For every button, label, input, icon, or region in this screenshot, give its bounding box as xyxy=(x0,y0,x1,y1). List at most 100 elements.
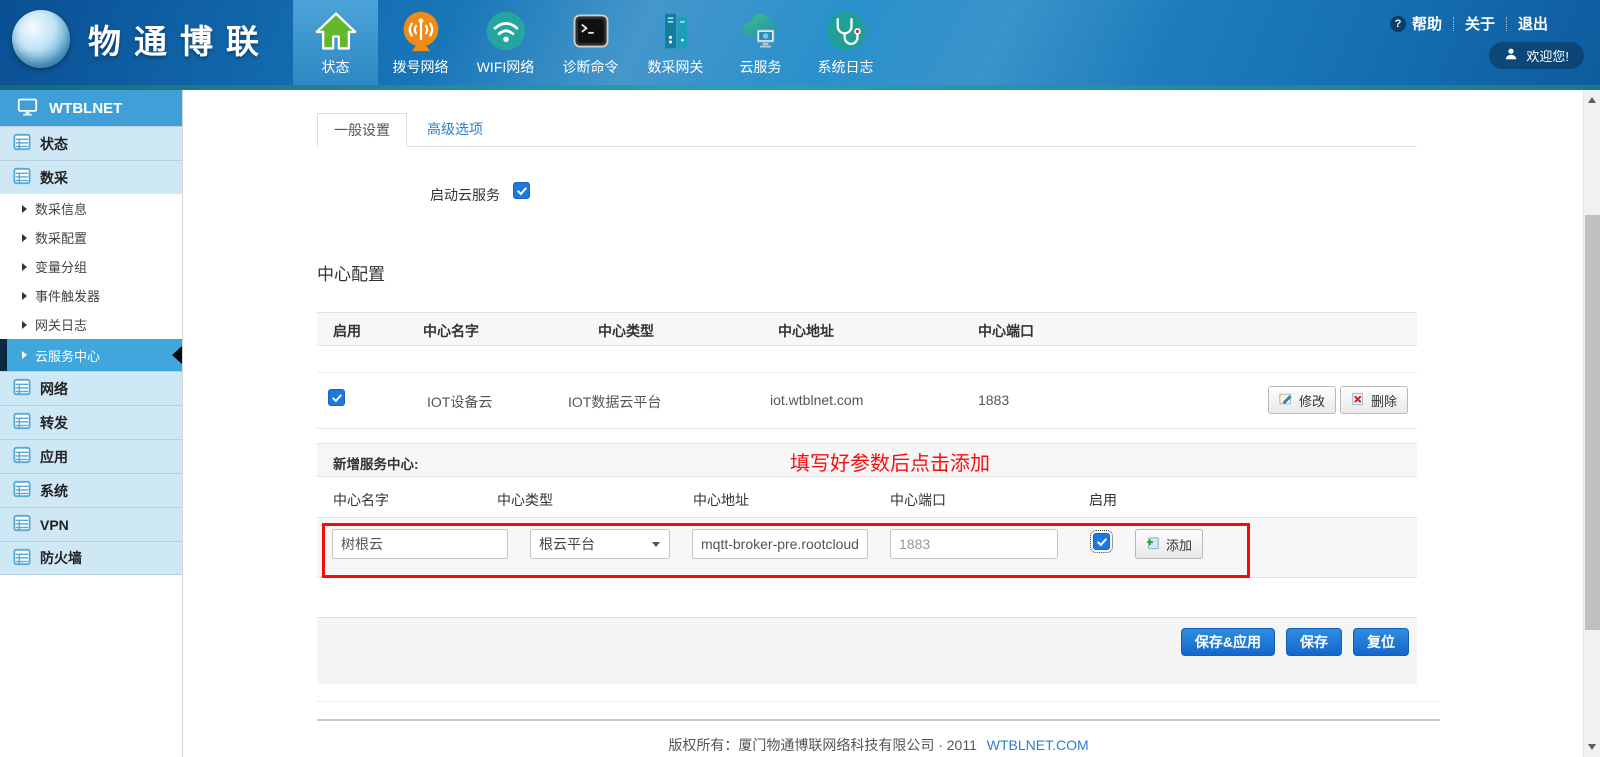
add-icon xyxy=(1146,536,1160,553)
nav-item-wifi[interactable]: WIFI网络 xyxy=(463,0,548,85)
nav-item-cloud-service[interactable]: 云服务 xyxy=(718,0,803,85)
column-header-port: 中心端口 xyxy=(978,321,1034,341)
sidebar-subitem-event-trigger[interactable]: 事件触发器 xyxy=(0,281,182,310)
vertical-scrollbar[interactable] xyxy=(1583,90,1600,757)
center-name-input[interactable] xyxy=(332,529,508,559)
welcome-badge: 欢迎您! xyxy=(1489,42,1584,69)
annotation-text: 填写好参数后点击添加 xyxy=(790,447,990,476)
nav-item-gateway[interactable]: 数采网关 xyxy=(633,0,718,85)
nav-item-syslog[interactable]: 系统日志 xyxy=(803,0,888,85)
sidebar-item-label: 转发 xyxy=(40,413,68,433)
sidebar-item-label: 系统 xyxy=(40,481,68,501)
center-address-input[interactable] xyxy=(692,529,868,559)
home-icon xyxy=(313,8,359,54)
about-link[interactable]: 关于 xyxy=(1465,13,1495,34)
add-center-column-labels: 中心名字 中心类型 中心地址 中心端口 启用 xyxy=(317,477,1417,517)
help-link[interactable]: 帮助 xyxy=(1390,13,1442,34)
nav-item-status[interactable]: 状态 xyxy=(293,0,378,85)
cell-center-type: IOT数据云平台 xyxy=(568,392,661,412)
sidebar-item-label: 防火墙 xyxy=(40,548,82,568)
logout-label: 退出 xyxy=(1518,13,1548,34)
save-button[interactable]: 保存 xyxy=(1286,628,1342,656)
add-label-type: 中心类型 xyxy=(497,490,553,510)
sidebar: WTBLNET 状态 数采 数采信息 数采配置 变量分组 事件触发器 网关日 xyxy=(0,90,183,757)
list-icon xyxy=(13,480,31,501)
add-label-address: 中心地址 xyxy=(693,490,749,510)
brand-name: 物通博联 xyxy=(88,15,272,63)
column-header-address: 中心地址 xyxy=(778,321,834,341)
list-icon xyxy=(13,446,31,467)
tab-advanced-options[interactable]: 高级选项 xyxy=(407,113,503,146)
sidebar-item-label: 变量分组 xyxy=(35,257,87,276)
center-type-select-wrap: 根云平台 xyxy=(530,529,670,559)
center-port-input[interactable] xyxy=(890,529,1058,559)
center-type-select[interactable]: 根云平台 xyxy=(530,529,670,559)
add-button[interactable]: 添加 xyxy=(1135,529,1203,559)
add-center-title: 新增服务中心: xyxy=(333,453,419,473)
sidebar-item-firewall[interactable]: 防火墙 xyxy=(0,541,182,575)
nav-label: 诊断命令 xyxy=(563,57,619,77)
gateway-icon xyxy=(653,8,699,54)
arrow-bullet-icon xyxy=(22,263,27,271)
row-enabled-checkbox[interactable] xyxy=(328,389,345,406)
nav-label: 系统日志 xyxy=(818,57,874,77)
sidebar-item-application[interactable]: 应用 xyxy=(0,439,182,473)
delete-button[interactable]: 删除 xyxy=(1340,386,1408,414)
question-icon xyxy=(1390,16,1406,32)
help-label: 帮助 xyxy=(1412,13,1442,34)
list-icon xyxy=(13,378,31,399)
user-icon xyxy=(1504,47,1518,64)
scroll-up-arrow-icon[interactable] xyxy=(1588,97,1596,103)
list-icon xyxy=(13,412,31,433)
nav-label: WIFI网络 xyxy=(477,57,535,77)
about-label: 关于 xyxy=(1465,13,1495,34)
edit-icon xyxy=(1279,392,1293,409)
sidebar-item-label: 状态 xyxy=(40,134,68,154)
arrow-bullet-icon xyxy=(22,351,27,359)
app-header: 物通博联 状态 拨号网络 WIFI网络 xyxy=(0,0,1600,90)
sidebar-item-label: 网关日志 xyxy=(35,315,87,334)
device-name: WTBLNET xyxy=(49,100,122,117)
scrollbar-thumb[interactable] xyxy=(1585,215,1600,630)
nav-item-dial-network[interactable]: 拨号网络 xyxy=(378,0,463,85)
edit-label: 修改 xyxy=(1299,391,1325,410)
terminal-icon xyxy=(568,8,614,54)
add-enabled-checkbox[interactable] xyxy=(1093,533,1110,550)
arrow-bullet-icon xyxy=(22,292,27,300)
center-table-header: 启用 中心名字 中心类型 中心地址 中心端口 xyxy=(317,312,1417,346)
sidebar-subitem-collection-config[interactable]: 数采配置 xyxy=(0,223,182,252)
device-name-header: WTBLNET xyxy=(0,90,182,126)
sidebar-subitem-gateway-log[interactable]: 网关日志 xyxy=(0,310,182,339)
add-center-header: 新增服务中心: 填写好参数后点击添加 xyxy=(317,443,1417,477)
brand-logo: 物通博联 xyxy=(12,10,272,68)
cloud-service-icon xyxy=(738,8,784,54)
arrow-bullet-icon xyxy=(22,234,27,242)
edit-button[interactable]: 修改 xyxy=(1268,386,1336,414)
tab-general-settings[interactable]: 一般设置 xyxy=(317,113,407,147)
nav-item-diagnostics[interactable]: 诊断命令 xyxy=(548,0,633,85)
logout-link[interactable]: 退出 xyxy=(1518,13,1548,34)
scroll-down-arrow-icon[interactable] xyxy=(1588,744,1596,750)
footer-link[interactable]: WTBLNET.COM xyxy=(987,737,1089,753)
sidebar-subitem-variable-groups[interactable]: 变量分组 xyxy=(0,252,182,281)
sidebar-item-status[interactable]: 状态 xyxy=(0,126,182,160)
sidebar-item-data-collection[interactable]: 数采 xyxy=(0,160,182,194)
nav-label: 状态 xyxy=(322,57,350,77)
sidebar-item-label: 数采 xyxy=(40,168,68,188)
monitor-icon xyxy=(17,96,38,121)
sidebar-subitem-cloud-service-center[interactable]: 云服务中心 xyxy=(0,339,182,371)
sidebar-item-system[interactable]: 系统 xyxy=(0,473,182,507)
sidebar-item-network[interactable]: 网络 xyxy=(0,371,182,405)
column-header-type: 中心类型 xyxy=(598,321,654,341)
delete-label: 删除 xyxy=(1371,391,1397,410)
enable-cloud-checkbox[interactable] xyxy=(513,182,530,199)
sidebar-subitem-collection-info[interactable]: 数采信息 xyxy=(0,194,182,223)
sidebar-item-forwarding[interactable]: 转发 xyxy=(0,405,182,439)
save-apply-button[interactable]: 保存&应用 xyxy=(1181,628,1275,656)
nav-label: 云服务 xyxy=(740,57,782,77)
table-row: IOT设备云 IOT数据云平台 iot.wtblnet.com 1883 修改 … xyxy=(317,372,1417,429)
sidebar-item-vpn[interactable]: VPN xyxy=(0,507,182,541)
reset-button[interactable]: 复位 xyxy=(1353,628,1409,656)
divider xyxy=(1453,17,1454,31)
copyright-text: 版权所有：厦门物通博联网络科技有限公司 · 2011 xyxy=(668,737,977,753)
